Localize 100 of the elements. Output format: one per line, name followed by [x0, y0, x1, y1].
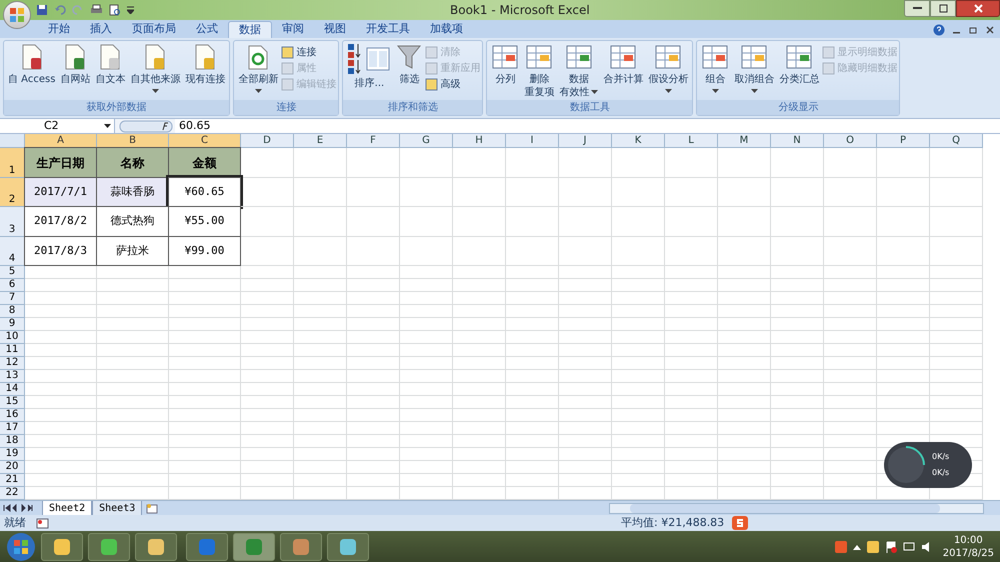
row-header[interactable]: 16 — [0, 409, 25, 422]
grid-cell[interactable] — [930, 409, 983, 422]
grid-cell[interactable] — [400, 344, 453, 357]
grid-cell[interactable] — [294, 178, 347, 207]
grid-cell[interactable] — [718, 383, 771, 396]
grid-cell[interactable] — [824, 370, 877, 383]
grid-cell[interactable] — [400, 396, 453, 409]
redo-icon[interactable] — [72, 4, 84, 16]
grid-cell[interactable] — [612, 344, 665, 357]
grid-cell[interactable] — [400, 383, 453, 396]
grid-cell[interactable] — [169, 383, 241, 396]
grid-cell[interactable] — [665, 292, 718, 305]
grid-cell[interactable] — [930, 331, 983, 344]
grid-cell[interactable] — [877, 237, 930, 266]
grid-cell[interactable] — [612, 357, 665, 370]
grid-cell[interactable] — [612, 383, 665, 396]
grid-cell[interactable] — [771, 396, 824, 409]
grid-cell[interactable] — [718, 148, 771, 178]
grid-cell[interactable] — [559, 331, 612, 344]
grid-cell[interactable] — [97, 396, 169, 409]
grid-cell[interactable] — [97, 292, 169, 305]
grid-cell[interactable] — [97, 279, 169, 292]
grid-cell[interactable] — [294, 266, 347, 279]
grid-cell[interactable] — [612, 448, 665, 461]
grid-cell[interactable] — [930, 396, 983, 409]
grid-cell[interactable] — [506, 370, 559, 383]
grid-cell[interactable] — [506, 279, 559, 292]
grid-cell[interactable] — [294, 474, 347, 487]
grid-cell[interactable] — [506, 461, 559, 474]
row-header[interactable]: 12 — [0, 357, 25, 370]
column-header[interactable]: D — [241, 134, 294, 148]
grid-cell[interactable] — [771, 266, 824, 279]
grid-cell[interactable] — [824, 237, 877, 266]
grid-cell[interactable] — [294, 318, 347, 331]
grid-cell[interactable] — [241, 207, 294, 237]
grid-cell[interactable] — [771, 331, 824, 344]
grid-cell[interactable] — [506, 237, 559, 266]
grid-cell[interactable] — [97, 422, 169, 435]
grid-cell[interactable] — [241, 370, 294, 383]
grid-cell[interactable] — [718, 331, 771, 344]
table-cell[interactable]: 2017/8/3 — [24, 236, 97, 266]
grid-cell[interactable] — [506, 422, 559, 435]
grid-cell[interactable] — [169, 422, 241, 435]
grid-cell[interactable] — [453, 305, 506, 318]
grid-cell[interactable] — [718, 357, 771, 370]
grid-cell[interactable] — [824, 422, 877, 435]
grid-cell[interactable] — [25, 331, 97, 344]
grid-cell[interactable] — [665, 344, 718, 357]
ribbon-small-button[interactable]: 高级 — [425, 77, 480, 92]
grid-cell[interactable] — [824, 357, 877, 370]
grid-cell[interactable] — [25, 383, 97, 396]
grid-cell[interactable] — [665, 266, 718, 279]
column-header[interactable]: J — [559, 134, 612, 148]
grid-cell[interactable] — [824, 318, 877, 331]
grid-cell[interactable] — [506, 448, 559, 461]
grid-cell[interactable] — [877, 370, 930, 383]
row-header[interactable]: 10 — [0, 331, 25, 344]
ribbon-tab[interactable]: 数据 — [228, 21, 272, 38]
grid-cell[interactable] — [506, 474, 559, 487]
grid-cell[interactable] — [294, 237, 347, 266]
grid-cell[interactable] — [169, 448, 241, 461]
grid-cell[interactable] — [559, 435, 612, 448]
table-cell[interactable]: ¥55.00 — [168, 206, 241, 237]
customize-caret-icon[interactable] — [127, 6, 134, 14]
grid-cell[interactable] — [771, 292, 824, 305]
grid-cell[interactable] — [665, 370, 718, 383]
grid-cell[interactable] — [347, 266, 400, 279]
grid-cell[interactable] — [718, 461, 771, 474]
grid-cell[interactable] — [294, 148, 347, 178]
grid-cell[interactable] — [930, 305, 983, 318]
grid-cell[interactable] — [169, 331, 241, 344]
ribbon-small-button[interactable]: 连接 — [281, 45, 336, 60]
grid-cell[interactable] — [612, 237, 665, 266]
grid-cell[interactable] — [453, 266, 506, 279]
print-preview-icon[interactable] — [109, 4, 121, 16]
grid-cell[interactable] — [559, 305, 612, 318]
grid-cell[interactable] — [877, 331, 930, 344]
grid-cell[interactable] — [506, 409, 559, 422]
grid-cell[interactable] — [25, 370, 97, 383]
grid-cell[interactable] — [559, 318, 612, 331]
grid-cell[interactable] — [453, 292, 506, 305]
ribbon-tab[interactable]: 插入 — [80, 21, 122, 38]
grid-cell[interactable] — [241, 461, 294, 474]
row-header[interactable]: 1 — [0, 148, 25, 178]
formula-field[interactable]: 60.65 — [175, 119, 1000, 133]
row-header[interactable]: 3 — [0, 207, 25, 237]
input-method-icon[interactable] — [732, 516, 748, 530]
grid-cell[interactable] — [25, 448, 97, 461]
grid-cell[interactable] — [506, 266, 559, 279]
grid-cell[interactable] — [294, 422, 347, 435]
grid-cell[interactable] — [930, 344, 983, 357]
grid-cell[interactable] — [612, 266, 665, 279]
grid-cell[interactable] — [771, 474, 824, 487]
grid-cell[interactable] — [559, 461, 612, 474]
grid-cell[interactable] — [169, 344, 241, 357]
grid-cell[interactable] — [453, 357, 506, 370]
grid-cell[interactable] — [453, 461, 506, 474]
grid-cell[interactable] — [25, 266, 97, 279]
horizontal-scrollbar[interactable] — [609, 502, 984, 514]
grid-cell[interactable] — [453, 396, 506, 409]
